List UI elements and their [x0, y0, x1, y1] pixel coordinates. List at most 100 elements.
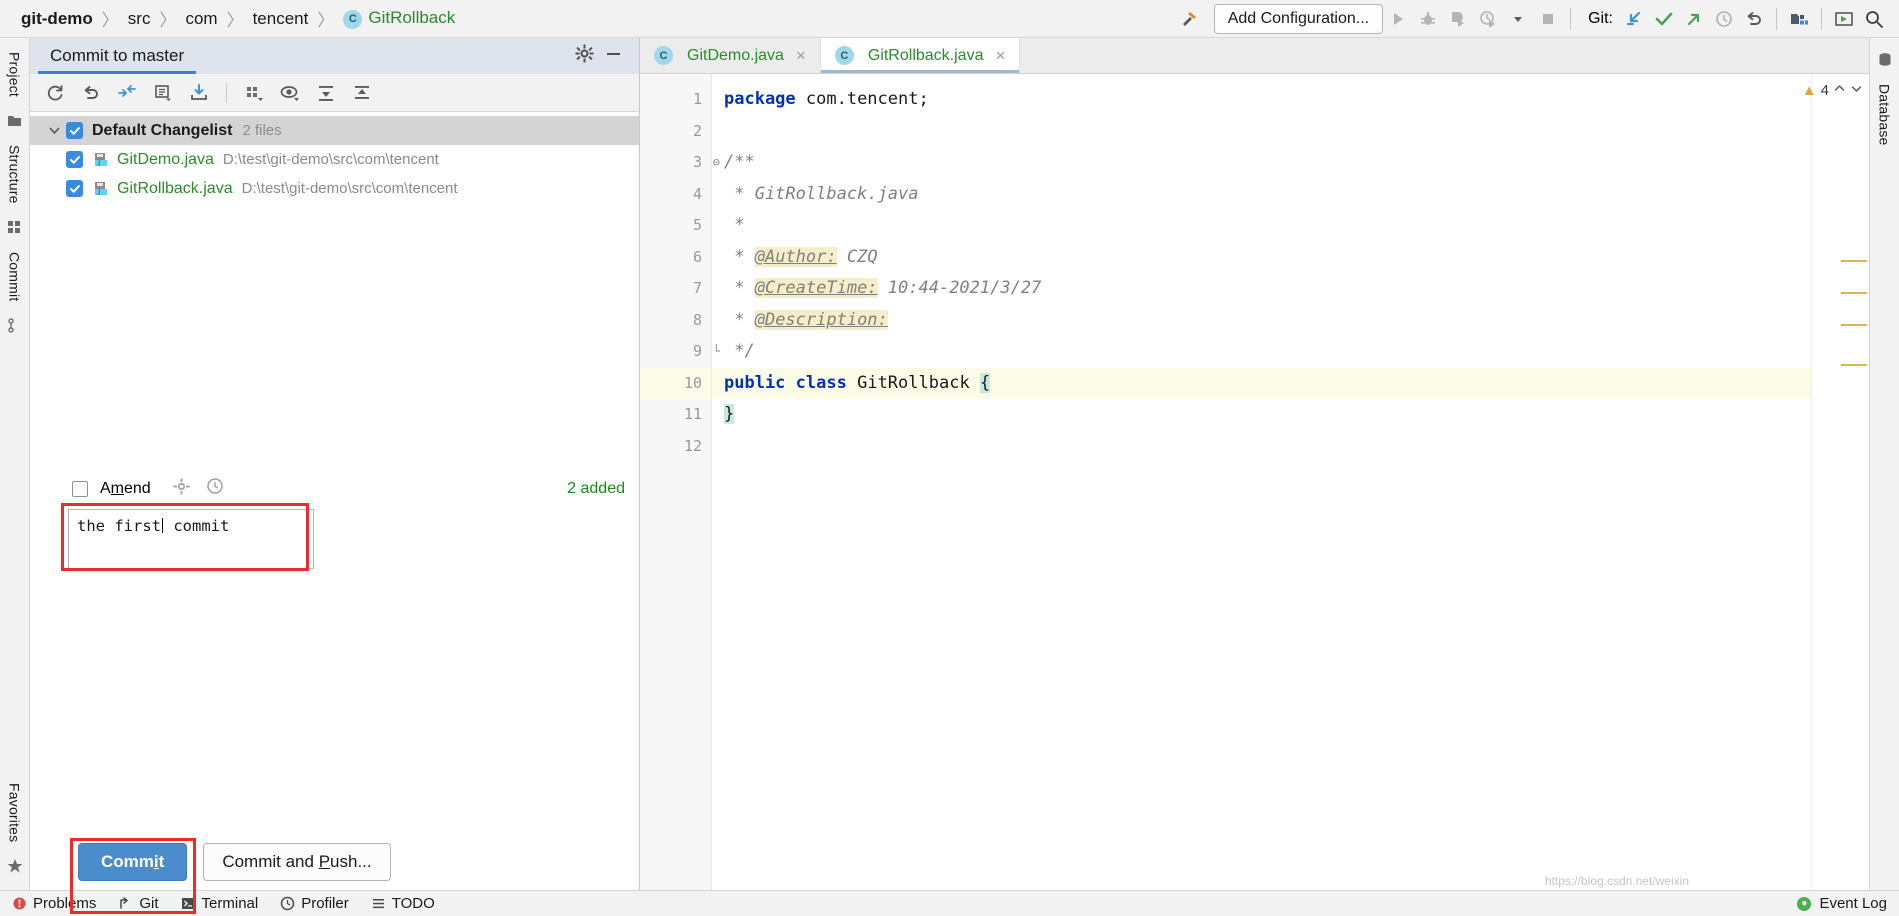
- top-toolbar: git-demo 〉 src 〉 com 〉 tencent 〉 C GitRol…: [0, 0, 1899, 38]
- amend-checkbox[interactable]: [72, 480, 88, 497]
- close-icon[interactable]: ×: [995, 46, 1005, 66]
- commit-buttons-row: Commit Commit and Push...: [30, 834, 639, 914]
- commit-and-push-button[interactable]: Commit and Push...: [203, 843, 391, 881]
- status-item-todo[interactable]: TODO: [371, 895, 435, 912]
- breadcrumb-item-src[interactable]: src: [121, 9, 158, 29]
- code-token: /**: [724, 152, 755, 172]
- line-number: 9 └: [692, 342, 720, 360]
- sidebar-item-database[interactable]: Database: [1877, 76, 1893, 154]
- code-area[interactable]: package com.tencent; /** * GitRollback.j…: [712, 74, 1869, 890]
- breadcrumb-item-class[interactable]: C GitRollback: [336, 8, 462, 29]
- edit-message-icon[interactable]: [146, 78, 180, 108]
- toolbar-divider: [1570, 7, 1572, 30]
- rollback-icon[interactable]: [74, 78, 108, 108]
- file-checkbox[interactable]: [66, 151, 83, 168]
- chevron-down-icon[interactable]: [1503, 4, 1533, 34]
- git-rollback-icon[interactable]: [1739, 4, 1769, 34]
- show-diff-icon[interactable]: [110, 78, 144, 108]
- text-caret: [162, 517, 163, 533]
- commit-options-icon[interactable]: [173, 477, 190, 500]
- run-anything-icon[interactable]: [1829, 4, 1859, 34]
- chevron-up-icon[interactable]: [1833, 82, 1846, 99]
- update-icon[interactable]: [182, 78, 216, 108]
- warning-stripe[interactable]: [1841, 364, 1867, 366]
- inspection-summary[interactable]: ▲ 4: [1802, 74, 1869, 99]
- warning-stripe[interactable]: [1841, 292, 1867, 294]
- left-strip-bottom: Favorites: [0, 775, 29, 882]
- gear-icon[interactable]: [575, 44, 594, 68]
- line-number: 8: [692, 310, 702, 329]
- amend-actions: [173, 477, 224, 500]
- expand-all-icon[interactable]: [309, 78, 343, 108]
- status-item-problems[interactable]: Problems: [12, 895, 96, 912]
- code-token: package: [724, 89, 796, 109]
- git-push-icon[interactable]: [1679, 4, 1709, 34]
- toolbar-divider: [1776, 7, 1777, 30]
- list-item[interactable]: J GitRollback.java D:\test\git-demo\src\…: [30, 174, 639, 203]
- breadcrumb-separator: 〉: [226, 11, 244, 30]
- code-token: @CreateTime:: [754, 278, 878, 298]
- chevron-down-icon[interactable]: [42, 124, 66, 137]
- added-status: 2 added: [567, 479, 625, 497]
- git-commit-icon[interactable]: [1649, 4, 1679, 34]
- chevron-down-icon[interactable]: [1850, 82, 1863, 99]
- commit-button[interactable]: Commit: [78, 843, 188, 881]
- minimize-icon[interactable]: [604, 44, 623, 68]
- debug-icon: [1413, 4, 1443, 34]
- sidebar-item-favorites[interactable]: Favorites: [7, 775, 23, 850]
- add-configuration-button[interactable]: Add Configuration...: [1213, 3, 1384, 34]
- build-hammer-icon[interactable]: [1178, 8, 1200, 30]
- project-structure-icon[interactable]: [1784, 4, 1814, 34]
- module-icon[interactable]: [7, 220, 23, 236]
- code-token: class: [795, 372, 847, 393]
- tab-gitdemo-java[interactable]: C GitDemo.java ×: [640, 38, 821, 73]
- stop-icon: [1533, 4, 1563, 34]
- breadcrumb-item-project[interactable]: git-demo: [14, 9, 100, 29]
- search-everywhere-icon[interactable]: [1859, 4, 1889, 34]
- status-item-git[interactable]: Git: [118, 895, 159, 912]
- sidebar-item-structure[interactable]: Structure: [7, 137, 23, 212]
- group-by-icon[interactable]: [237, 78, 271, 108]
- folder-icon[interactable]: [7, 113, 23, 129]
- run-with-coverage-icon: [1443, 4, 1473, 34]
- refresh-changes-icon[interactable]: [38, 78, 72, 108]
- status-item-terminal[interactable]: Terminal: [181, 895, 258, 912]
- star-icon[interactable]: [7, 858, 23, 874]
- changelist-checkbox[interactable]: [66, 122, 83, 139]
- database-icon[interactable]: [1877, 52, 1893, 68]
- status-item-profiler[interactable]: Profiler: [280, 895, 349, 912]
- sidebar-item-project[interactable]: Project: [7, 44, 23, 105]
- message-history-icon[interactable]: [206, 477, 224, 500]
- warning-stripe[interactable]: [1841, 324, 1867, 326]
- git-update-project-icon[interactable]: [1619, 4, 1649, 34]
- warning-stripe[interactable]: [1841, 260, 1867, 262]
- breadcrumb-item-com[interactable]: com: [178, 9, 224, 29]
- amend-label: Amend: [100, 479, 151, 497]
- changelist-row[interactable]: Default Changelist 2 files: [30, 116, 639, 145]
- right-tool-strip: Database: [1869, 38, 1899, 890]
- breadcrumb-item-tencent[interactable]: tencent: [246, 9, 316, 29]
- commit-window-title[interactable]: Commit to master: [38, 38, 197, 74]
- breadcrumb: git-demo 〉 src 〉 com 〉 tencent 〉 C GitRol…: [14, 6, 462, 31]
- code-token: *: [724, 309, 755, 330]
- list-item[interactable]: J GitDemo.java D:\test\git-demo\src\com\…: [30, 145, 639, 174]
- event-log-label[interactable]: Event Log: [1819, 895, 1887, 912]
- code-token: {: [979, 372, 991, 393]
- code-line: * @Author: CZQ: [724, 242, 1869, 274]
- warning-count: 4: [1820, 82, 1829, 99]
- event-log-icon: ●: [1797, 896, 1812, 911]
- breadcrumb-separator: 〉: [159, 11, 177, 30]
- top-toolbar-right: Add Configuration... Git:: [1178, 3, 1899, 34]
- close-icon[interactable]: ×: [796, 46, 806, 66]
- code-line: public class GitRollback {: [712, 367, 1869, 399]
- tab-gitrollback-java[interactable]: C GitRollback.java ×: [820, 38, 1021, 73]
- editor-tab-bar: C GitDemo.java × C GitRollback.java ×: [640, 38, 1869, 74]
- commit-message-input[interactable]: the first commit: [68, 508, 314, 569]
- collapse-all-icon[interactable]: [345, 78, 379, 108]
- git-branch-icon[interactable]: [7, 317, 23, 333]
- preview-diff-icon[interactable]: [273, 78, 307, 108]
- sidebar-item-commit[interactable]: Commit: [7, 244, 23, 309]
- status-label: Problems: [33, 895, 97, 912]
- file-checkbox[interactable]: [66, 180, 83, 197]
- changelist-file-count: 2 files: [242, 122, 282, 139]
